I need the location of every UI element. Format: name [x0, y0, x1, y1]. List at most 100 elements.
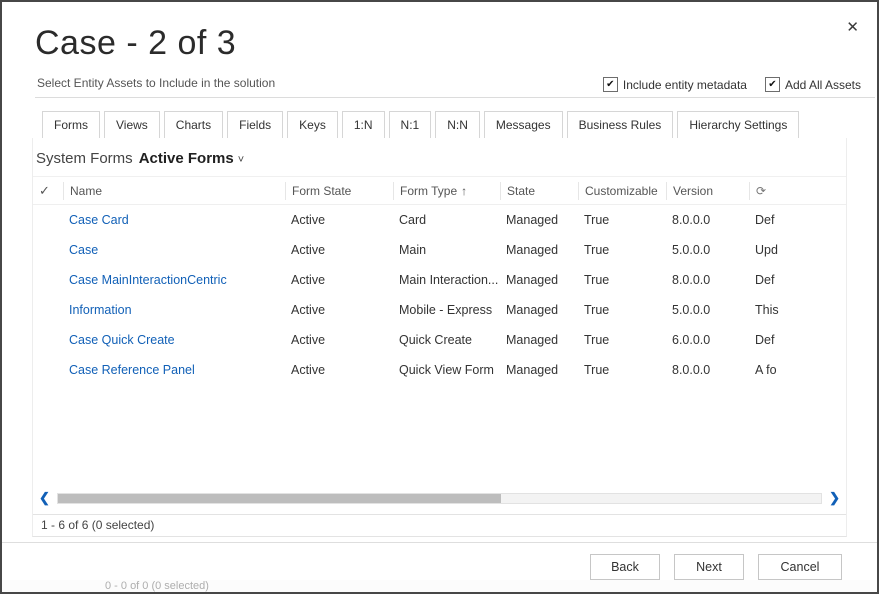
tab-1-n[interactable]: 1:N: [342, 111, 385, 139]
tab-charts[interactable]: Charts: [164, 111, 223, 139]
dialog-footer: Back Next Cancel: [2, 542, 877, 580]
tab-n-1[interactable]: N:1: [389, 111, 432, 139]
cell-description: This: [749, 295, 846, 325]
screenshot-root: ✕ Case - 2 of 3 Select Entity Assets to …: [0, 0, 879, 594]
view-scope-label: System Forms: [36, 150, 133, 167]
table-row[interactable]: Case Quick CreateActiveQuick CreateManag…: [33, 325, 846, 355]
tab-strip: FormsViewsChartsFieldsKeys1:NN:1N:NMessa…: [32, 111, 847, 139]
cell-state: Managed: [500, 325, 578, 355]
cell-version: 5.0.0.0: [666, 295, 749, 325]
column-header-version[interactable]: Version: [666, 182, 749, 200]
next-button[interactable]: Next: [674, 554, 744, 580]
tab-n-n[interactable]: N:N: [435, 111, 480, 139]
scrollbar-thumb[interactable]: [58, 494, 501, 503]
table-header: ✓ Name Form State Form Type ↑ State Custo…: [33, 176, 846, 205]
cell-description: Upd: [749, 235, 846, 265]
record-count: 1 - 6 of 6 (0 selected): [33, 514, 846, 536]
cell-customizable: True: [578, 205, 666, 235]
select-all-checkbox[interactable]: ✓: [33, 182, 63, 200]
cell-version: 8.0.0.0: [666, 205, 749, 235]
column-header-state[interactable]: State: [500, 182, 578, 200]
background-page: 0 - 0 of 0 (0 selected): [2, 580, 877, 592]
checkbox-checked-icon: ✔: [603, 77, 618, 92]
cell-form-type: Mobile - Express: [393, 295, 500, 325]
dialog-subtitle: Select Entity Assets to Include in the s…: [37, 76, 275, 90]
cell-state: Managed: [500, 205, 578, 235]
scroll-left-icon[interactable]: ❮: [37, 490, 52, 506]
column-header-form-state[interactable]: Form State: [285, 182, 393, 200]
cell-description: A fo: [749, 355, 846, 385]
column-header-form-type[interactable]: Form Type ↑: [393, 182, 500, 200]
cell-state: Managed: [500, 265, 578, 295]
tab-forms[interactable]: Forms: [42, 111, 100, 139]
cell-form-state: Active: [285, 265, 393, 295]
checkbox-checked-icon: ✔: [765, 77, 780, 92]
cell-state: Managed: [500, 295, 578, 325]
cell-customizable: True: [578, 235, 666, 265]
tab-hierarchy-settings[interactable]: Hierarchy Settings: [677, 111, 799, 139]
scroll-right-icon[interactable]: ❯: [827, 490, 842, 506]
form-name-link[interactable]: Case Reference Panel: [63, 355, 285, 385]
column-header-description[interactable]: ⟳: [749, 182, 846, 200]
form-name-link[interactable]: Case: [63, 235, 285, 265]
tab-content: System Forms Active Forms ˅ ✓ Name Form St…: [32, 138, 847, 537]
column-header-customizable[interactable]: Customizable: [578, 182, 666, 200]
tab-views[interactable]: Views: [104, 111, 160, 139]
close-icon[interactable]: ✕: [846, 20, 859, 35]
cell-form-type: Main Interaction...: [393, 265, 500, 295]
back-button[interactable]: Back: [590, 554, 660, 580]
sort-ascending-icon: ↑: [461, 184, 467, 198]
cell-description: Def: [749, 205, 846, 235]
tab-keys[interactable]: Keys: [287, 111, 338, 139]
cell-version: 8.0.0.0: [666, 355, 749, 385]
cell-form-state: Active: [285, 235, 393, 265]
checkbox-label: Include entity metadata: [623, 78, 747, 92]
cell-description: Def: [749, 325, 846, 355]
cancel-button[interactable]: Cancel: [758, 554, 842, 580]
cell-version: 8.0.0.0: [666, 265, 749, 295]
view-selector-dropdown[interactable]: Active Forms ˅: [139, 150, 244, 167]
solution-asset-dialog: ✕ Case - 2 of 3 Select Entity Assets to …: [2, 2, 877, 581]
cell-form-type: Quick Create: [393, 325, 500, 355]
table-row[interactable]: CaseActiveMainManagedTrue5.0.0.0Upd: [33, 235, 846, 265]
horizontal-scrollbar[interactable]: ❮ ❯: [37, 490, 842, 506]
include-entity-metadata-checkbox[interactable]: ✔ Include entity metadata: [603, 77, 747, 92]
cell-form-type: Main: [393, 235, 500, 265]
cell-customizable: True: [578, 265, 666, 295]
cell-state: Managed: [500, 235, 578, 265]
form-name-link[interactable]: Case Card: [63, 205, 285, 235]
background-record-count: 0 - 0 of 0 (0 selected): [105, 580, 209, 592]
tab-messages[interactable]: Messages: [484, 111, 563, 139]
cell-form-state: Active: [285, 325, 393, 355]
cell-description: Def: [749, 265, 846, 295]
cell-form-type: Card: [393, 205, 500, 235]
table-row[interactable]: Case CardActiveCardManagedTrue8.0.0.0Def: [33, 205, 846, 235]
refresh-icon: ⟳: [756, 184, 766, 198]
cell-customizable: True: [578, 325, 666, 355]
cell-customizable: True: [578, 295, 666, 325]
cell-form-state: Active: [285, 295, 393, 325]
cell-form-state: Active: [285, 355, 393, 385]
chevron-down-icon: ˅: [238, 154, 244, 166]
table-row[interactable]: Case Reference PanelActiveQuick View For…: [33, 355, 846, 385]
cell-customizable: True: [578, 355, 666, 385]
checkbox-label: Add All Assets: [785, 78, 861, 92]
column-header-name[interactable]: Name: [63, 182, 285, 200]
cell-form-type: Quick View Form: [393, 355, 500, 385]
view-bar: System Forms Active Forms ˅: [33, 138, 846, 167]
column-label: Form Type: [400, 184, 457, 198]
form-name-link[interactable]: Information: [63, 295, 285, 325]
table-row[interactable]: Case MainInteractionCentricActiveMain In…: [33, 265, 846, 295]
cell-version: 6.0.0.0: [666, 325, 749, 355]
cell-state: Managed: [500, 355, 578, 385]
form-name-link[interactable]: Case MainInteractionCentric: [63, 265, 285, 295]
tab-business-rules[interactable]: Business Rules: [567, 111, 674, 139]
cell-version: 5.0.0.0: [666, 235, 749, 265]
form-name-link[interactable]: Case Quick Create: [63, 325, 285, 355]
table-row[interactable]: InformationActiveMobile - ExpressManaged…: [33, 295, 846, 325]
scrollbar-track[interactable]: [57, 493, 822, 504]
add-all-assets-checkbox[interactable]: ✔ Add All Assets: [765, 77, 861, 92]
table-body: Case CardActiveCardManagedTrue8.0.0.0Def…: [33, 205, 846, 385]
selected-view-label: Active Forms: [139, 150, 234, 167]
tab-fields[interactable]: Fields: [227, 111, 283, 139]
